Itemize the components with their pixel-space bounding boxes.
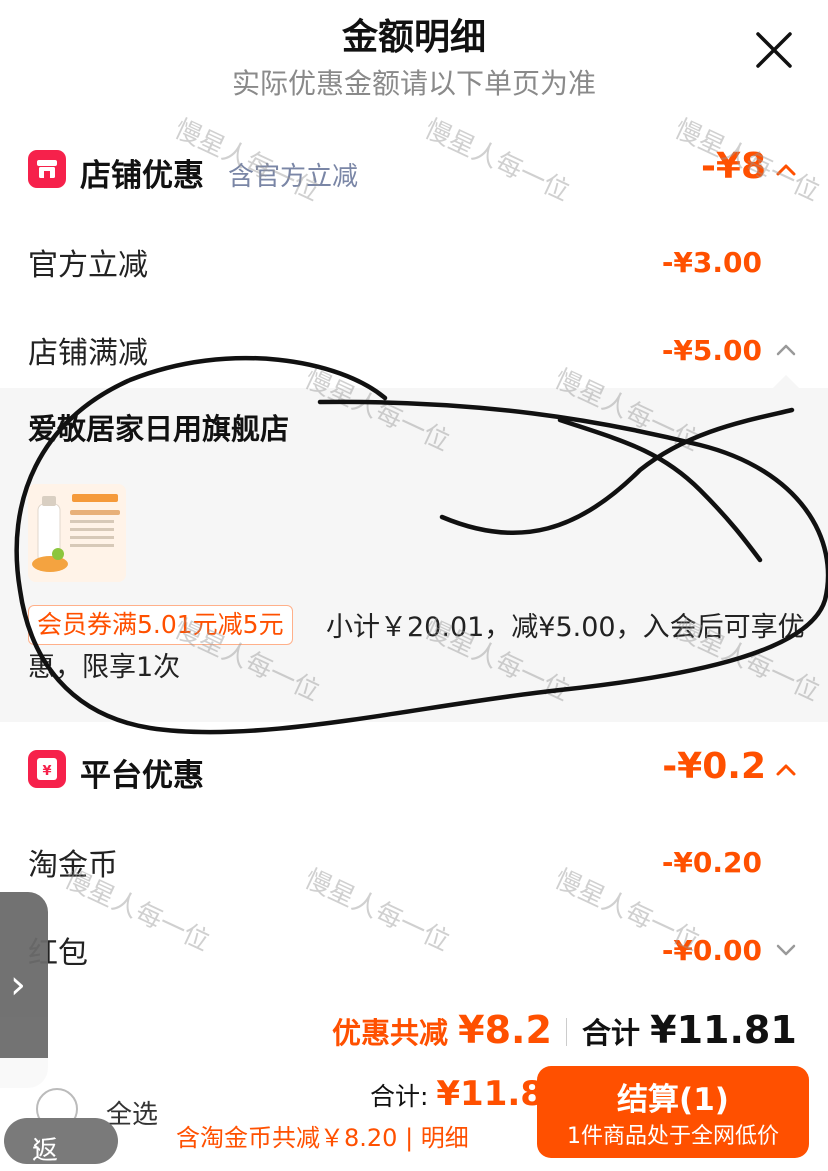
row-taobao-coin-label: 淘金币 bbox=[28, 848, 118, 883]
chevron-up-icon[interactable] bbox=[774, 158, 798, 182]
order-total: 合计 ¥11.81 bbox=[582, 1008, 797, 1052]
savings-detail-link[interactable]: 含淘金币共减￥8.20 | 明细 bbox=[176, 1118, 469, 1153]
page-title: 金额明细 bbox=[341, 17, 486, 58]
store-discount-total: -¥8 bbox=[700, 146, 766, 187]
row-official-discount-amount: -¥3.00 bbox=[661, 246, 762, 279]
checkout-label: 结算(1) bbox=[617, 1082, 729, 1118]
bottom-total-label: 合计: bbox=[370, 1082, 429, 1111]
panel-caret bbox=[772, 375, 800, 389]
row-red-packet-amount: -¥0.00 bbox=[661, 934, 762, 967]
chevron-down-icon[interactable] bbox=[774, 938, 798, 962]
platform-discount-title: 平台优惠 bbox=[80, 758, 204, 794]
total-savings-label: 优惠共减 bbox=[332, 1016, 449, 1050]
store-discount-note: 含官方立减 bbox=[228, 162, 359, 192]
checkout-subtext: 1件商品处于全网低价 bbox=[567, 1124, 779, 1149]
product-thumbnail[interactable] bbox=[28, 484, 126, 582]
store-name[interactable]: 爱敬居家日用旗舰店 bbox=[28, 406, 289, 448]
page-subtitle: 实际优惠金额请以下单页为准 bbox=[231, 67, 596, 100]
store-discount-title: 店铺优惠 bbox=[80, 158, 204, 194]
watermark: 慢星人每一位 bbox=[419, 114, 574, 208]
watermark: 慢星人每一位 bbox=[299, 864, 454, 958]
back-label: 返回 bbox=[32, 1136, 59, 1166]
row-taobao-coin-amount: -¥0.20 bbox=[661, 846, 762, 879]
chevron-up-icon[interactable] bbox=[774, 758, 798, 782]
order-total-amount: ¥11.81 bbox=[650, 1008, 797, 1052]
row-store-threshold-amount: -¥5.00 bbox=[661, 334, 762, 367]
close-icon[interactable] bbox=[752, 28, 796, 72]
row-store-threshold-label[interactable]: 店铺满减 bbox=[28, 328, 148, 372]
back-button[interactable]: ‹ 返回 bbox=[4, 1118, 118, 1166]
svg-text:¥: ¥ bbox=[42, 764, 51, 779]
chevron-up-icon[interactable] bbox=[774, 338, 798, 362]
total-savings-amount: ¥8.2 bbox=[458, 1008, 552, 1052]
row-official-discount-label: 官方立减 bbox=[28, 248, 148, 283]
chevron-right-icon: › bbox=[10, 962, 26, 1008]
red-envelope-icon: ¥ bbox=[28, 750, 66, 788]
shop-icon bbox=[28, 150, 66, 188]
divider bbox=[566, 1018, 567, 1046]
platform-discount-total: -¥0.2 bbox=[662, 746, 766, 787]
select-all-label[interactable]: 全选 bbox=[106, 1094, 158, 1131]
checkout-button[interactable]: 结算(1) 1件商品处于全网低价 bbox=[537, 1066, 809, 1158]
order-total-label: 合计 bbox=[582, 1016, 641, 1050]
total-savings: 优惠共减 ¥8.2 bbox=[332, 1008, 552, 1052]
member-coupon-tag: 会员券满5.01元减5元 bbox=[28, 605, 293, 645]
